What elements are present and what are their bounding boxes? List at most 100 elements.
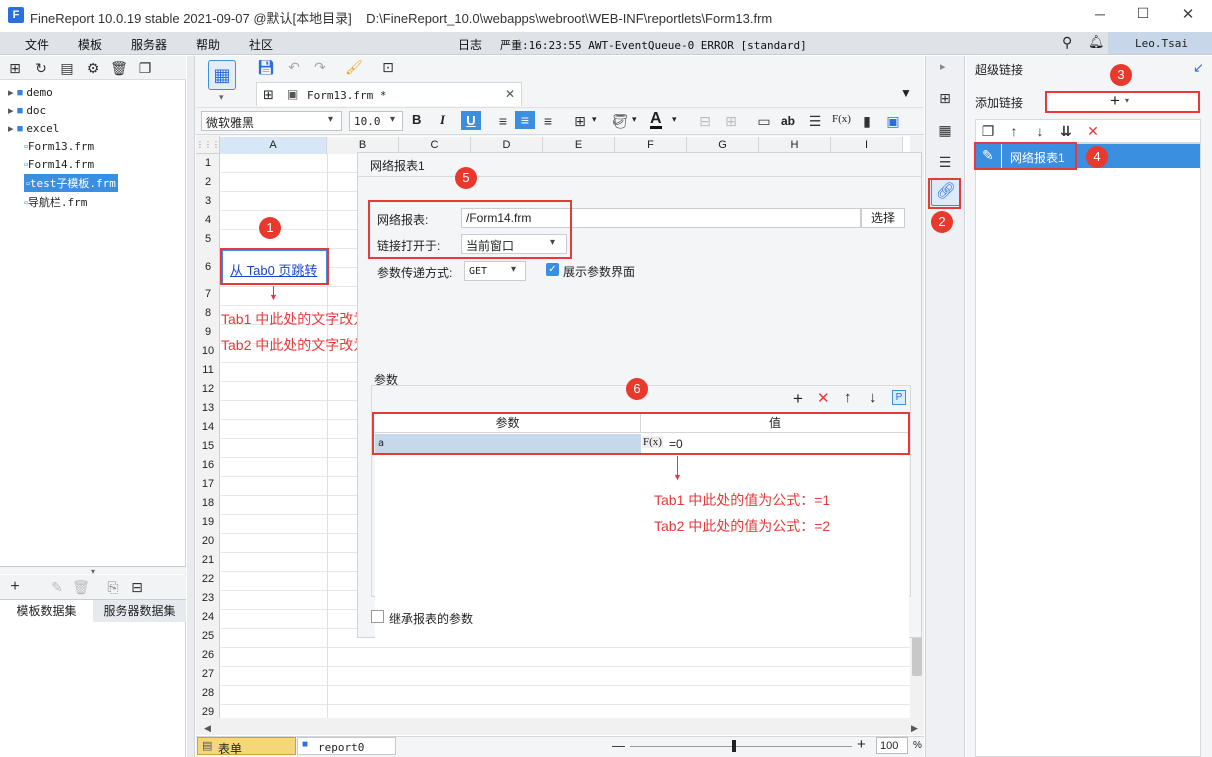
tree-folder-doc[interactable]: ▸ ■ doc bbox=[8, 104, 46, 117]
tree-folder-excel[interactable]: ▸ ■ excel bbox=[8, 122, 59, 135]
scroll-thumb[interactable] bbox=[912, 636, 922, 676]
delete-icon[interactable]: 🗑︎ bbox=[110, 59, 128, 77]
add-icon[interactable]: + bbox=[6, 578, 24, 596]
delete-param-icon[interactable]: ✕ bbox=[817, 389, 830, 407]
sheet-tab-report0[interactable]: ■ report0 bbox=[297, 737, 396, 755]
row-header[interactable]: 29 bbox=[196, 706, 220, 718]
font-size-select[interactable]: 10.0 ▾ bbox=[349, 111, 403, 131]
tree-file-nav[interactable]: ▫导航栏.frm bbox=[24, 194, 87, 210]
underline-button[interactable]: U bbox=[461, 111, 481, 130]
move-down-icon[interactable]: ↓ bbox=[869, 389, 877, 406]
chevron-down-icon[interactable]: ▾ bbox=[219, 92, 224, 103]
close-icon[interactable]: ✕ bbox=[1178, 5, 1198, 25]
minimize-icon[interactable]: ─ bbox=[1090, 6, 1110, 26]
row-header[interactable]: 11 bbox=[196, 364, 220, 376]
row-header[interactable]: 6 bbox=[196, 261, 220, 273]
menu-community[interactable]: 社区 bbox=[249, 36, 273, 53]
widget-settings-icon[interactable]: ⊞ bbox=[936, 89, 954, 107]
zoom-in-button[interactable]: + bbox=[857, 736, 866, 753]
image-icon[interactable]: ▣ bbox=[884, 112, 902, 130]
delete-icon[interactable]: 🗑︎ bbox=[72, 578, 90, 596]
move-up-icon[interactable]: ↑ bbox=[844, 389, 852, 406]
zoom-input[interactable]: 100 bbox=[876, 737, 908, 754]
row-header[interactable]: 7 bbox=[196, 288, 220, 300]
tree-file-form13[interactable]: ▫Form13.frm bbox=[24, 140, 94, 153]
row-header[interactable]: 22 bbox=[196, 573, 220, 585]
font-color-icon[interactable]: A bbox=[650, 111, 662, 129]
font-name-select[interactable]: 微软雅黑 ▾ bbox=[201, 111, 342, 131]
method-select[interactable]: GET ▾ bbox=[464, 261, 526, 281]
sheet-tab-form[interactable]: ▤ 表单 bbox=[197, 737, 296, 756]
row-header[interactable]: 24 bbox=[196, 611, 220, 623]
row-header[interactable]: 12 bbox=[196, 383, 220, 395]
paragraph-icon[interactable]: ☰ bbox=[806, 112, 824, 130]
log-button[interactable]: 日志 bbox=[458, 36, 482, 53]
row-header[interactable]: 21 bbox=[196, 554, 220, 566]
cell-attr-icon[interactable]: ▦ bbox=[936, 121, 954, 139]
row-header[interactable]: 1 bbox=[196, 157, 220, 169]
delete-link-icon[interactable]: ✕ bbox=[1084, 122, 1102, 140]
tab-menu-icon[interactable]: ▼ bbox=[900, 86, 912, 100]
text-ab-icon[interactable]: ab bbox=[781, 114, 795, 128]
row-header[interactable]: 4 bbox=[196, 214, 220, 226]
row-header[interactable]: 9 bbox=[196, 326, 220, 338]
redo-icon[interactable]: ↷ bbox=[311, 58, 329, 76]
tab-server-dataset[interactable]: 服务器数据集 bbox=[93, 600, 186, 622]
editor-tab[interactable]: ⊞ ▣ Form13.frm * ✕ bbox=[256, 82, 522, 106]
tree-folder-demo[interactable]: ▸ ■ demo bbox=[8, 86, 53, 99]
row-header[interactable]: 10 bbox=[196, 345, 220, 357]
row-header[interactable]: 27 bbox=[196, 668, 220, 680]
zoom-slider-thumb[interactable] bbox=[732, 740, 736, 752]
edit-icon[interactable]: ✎ bbox=[48, 578, 66, 596]
choose-button[interactable]: 选择 bbox=[861, 208, 905, 228]
menu-template[interactable]: 模板 bbox=[78, 36, 102, 53]
row-header[interactable]: 23 bbox=[196, 592, 220, 604]
italic-button[interactable]: I bbox=[440, 112, 445, 128]
row-header[interactable]: 18 bbox=[196, 497, 220, 509]
horizontal-scrollbar[interactable]: ◀ ▶ bbox=[196, 718, 924, 735]
formula-icon[interactable]: F(x) bbox=[832, 113, 851, 125]
copy-icon[interactable]: ❐ bbox=[979, 122, 997, 140]
maximize-icon[interactable]: ☐ bbox=[1133, 5, 1153, 25]
row-header[interactable]: 14 bbox=[196, 421, 220, 433]
copy-icon[interactable]: ❐ bbox=[136, 59, 154, 77]
format-brush-icon[interactable]: 🖌︎ bbox=[345, 58, 363, 76]
row-header[interactable]: 25 bbox=[196, 630, 220, 642]
zoom-slider[interactable] bbox=[630, 746, 852, 747]
user-name[interactable]: Leo.Tsai bbox=[1135, 37, 1188, 50]
show-param-checkbox[interactable]: ✓ bbox=[546, 263, 559, 276]
row-header[interactable]: 13 bbox=[196, 402, 220, 414]
splitter[interactable]: ▾ bbox=[0, 566, 186, 576]
row-header[interactable]: 26 bbox=[196, 649, 220, 661]
save-icon[interactable]: 💾︎ bbox=[257, 58, 275, 76]
row-header[interactable]: 2 bbox=[196, 176, 220, 188]
tree-file-test-sub[interactable]: ▫test子模板.frm bbox=[24, 174, 118, 192]
template-type-icon[interactable]: ▦ bbox=[208, 60, 236, 90]
param-p-button[interactable]: P bbox=[892, 390, 906, 405]
settings-icon[interactable]: ⚙ bbox=[84, 59, 102, 77]
collapse-panel-icon[interactable]: ↙ bbox=[1193, 60, 1204, 76]
add-param-icon[interactable]: + bbox=[793, 389, 803, 409]
refresh-icon[interactable]: ↻ bbox=[32, 59, 50, 77]
undo-icon[interactable]: ↶ bbox=[285, 58, 303, 76]
dataset-icon[interactable]: ⊟ bbox=[128, 578, 146, 596]
row-header[interactable]: 16 bbox=[196, 459, 220, 471]
row-header[interactable]: 19 bbox=[196, 516, 220, 528]
align-left-icon[interactable]: ≡ bbox=[494, 112, 512, 130]
close-tab-icon[interactable]: ✕ bbox=[505, 87, 515, 101]
chevron-right-icon[interactable]: ▸ bbox=[940, 60, 946, 73]
inherit-param-checkbox[interactable] bbox=[371, 610, 384, 623]
move-down-icon[interactable]: ↓ bbox=[1031, 122, 1049, 140]
new-folder-icon[interactable]: ⊞ bbox=[6, 59, 24, 77]
menu-file[interactable]: 文件 bbox=[25, 36, 49, 53]
bold-button[interactable]: B bbox=[412, 112, 421, 127]
split-cell-icon[interactable]: ⊞ bbox=[722, 112, 740, 130]
search-icon[interactable]: ⚲ bbox=[1062, 34, 1072, 51]
sort-icon[interactable]: ⇊ bbox=[1057, 122, 1075, 140]
row-header[interactable]: 3 bbox=[196, 195, 220, 207]
tab-template-dataset[interactable]: 模板数据集 bbox=[0, 600, 93, 622]
tree-file-form14[interactable]: ▫Form14.frm bbox=[24, 158, 94, 171]
row-header[interactable]: 17 bbox=[196, 478, 220, 490]
template-icon[interactable]: ▤ bbox=[58, 59, 76, 77]
chevron-down-icon[interactable]: ▾ bbox=[592, 114, 597, 125]
